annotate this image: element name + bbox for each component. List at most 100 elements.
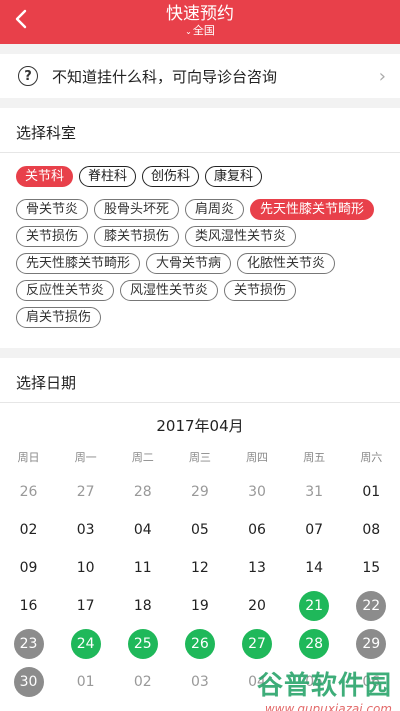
calendar-day[interactable]: 27 <box>242 629 273 659</box>
calendar-day[interactable]: 13 <box>242 553 272 583</box>
disease-tags: 骨关节炎 股骨头坏死 肩周炎 先天性膝关节畸形 关节损伤 膝关节损伤 类风湿性关节炎 先天性膝… <box>0 187 380 328</box>
calendar-cell: 18 <box>114 587 171 625</box>
calendar-day[interactable]: 10 <box>71 553 101 583</box>
calendar-day[interactable]: 22 <box>356 591 387 621</box>
disease-tag[interactable]: 股骨头坏死 <box>94 199 180 220</box>
weekday-label: 周二 <box>131 451 154 464</box>
question-icon: ? <box>18 66 38 86</box>
calendar-cell: 19 <box>171 587 228 625</box>
disease-tag[interactable]: 先天性膝关节畸形 <box>16 253 141 274</box>
calendar-day[interactable]: 29 <box>185 477 215 507</box>
department-category[interactable]: 创伤科 <box>142 166 200 187</box>
weekday-label: 周四 <box>246 451 269 464</box>
weekday-label: 周一 <box>74 451 97 464</box>
calendar-day[interactable]: 31 <box>299 477 329 507</box>
calendar-day[interactable]: 03 <box>185 667 215 697</box>
calendar-day[interactable]: 26 <box>184 629 215 659</box>
calendar-cell: 11 <box>114 549 171 587</box>
calendar-day[interactable]: 06 <box>242 515 272 545</box>
calendar-cell: 17 <box>57 587 114 625</box>
calendar-day[interactable]: 09 <box>14 553 44 583</box>
chevron-down-icon: ⌄ <box>185 27 192 36</box>
calendar-day[interactable]: 02 <box>128 667 158 697</box>
page-title: 快速预约 <box>166 4 234 24</box>
calendar-day[interactable]: 20 <box>242 591 272 621</box>
calendar-day[interactable]: 21 <box>299 591 330 621</box>
calendar-day[interactable]: 11 <box>128 553 158 583</box>
calendar-day[interactable]: 05 <box>185 515 215 545</box>
calendar-day[interactable]: 07 <box>299 515 329 545</box>
calendar-day[interactable]: 25 <box>127 629 158 659</box>
calendar-day[interactable]: 02 <box>14 515 44 545</box>
department-category[interactable]: 关节科 <box>16 166 74 187</box>
calendar-day[interactable]: 18 <box>128 591 158 621</box>
calendar-day[interactable]: 17 <box>71 591 101 621</box>
calendar-day[interactable]: 15 <box>356 553 386 583</box>
calendar-cell: 01 <box>57 663 114 701</box>
disease-tag[interactable]: 骨关节炎 <box>16 199 89 220</box>
calendar-cell: 03 <box>57 511 114 549</box>
calendar-cell: 24 <box>57 625 114 663</box>
calendar-cell: 27 <box>229 625 286 663</box>
calendar-cell: 29 <box>171 473 228 511</box>
department-category[interactable]: 康复科 <box>205 166 263 187</box>
calendar-cell: 05 <box>171 511 228 549</box>
calendar-day[interactable]: 29 <box>356 629 387 659</box>
calendar-day[interactable]: 30 <box>13 667 44 697</box>
calendar-cell: 25 <box>114 625 171 663</box>
disease-tag[interactable]: 先天性膝关节畸形 <box>250 199 375 220</box>
calendar-day[interactable]: 24 <box>70 629 101 659</box>
department-section-title: 选择科室 <box>16 124 77 142</box>
disease-tag[interactable]: 肩关节损伤 <box>16 307 102 328</box>
disease-tag[interactable]: 关节损伤 <box>16 226 89 247</box>
disease-tag[interactable]: 风湿性关节炎 <box>120 280 219 301</box>
calendar-cell: 12 <box>171 549 228 587</box>
calendar-day[interactable]: 16 <box>14 591 44 621</box>
date-section-title: 选择日期 <box>16 374 77 392</box>
calendar-day[interactable]: 01 <box>356 477 386 507</box>
calendar-cell: 29 <box>343 625 400 663</box>
watermark-title: 谷普软件园 <box>256 671 392 701</box>
department-section: 选择科室 关节科 脊柱科 创伤科 康复科 骨关节炎 股骨头坏死 肩周炎 先天性膝关节畸形 关节… <box>0 108 400 348</box>
calendar-day[interactable]: 03 <box>71 515 101 545</box>
disease-tag[interactable]: 反应性关节炎 <box>16 280 115 301</box>
calendar-cell: 03 <box>171 663 228 701</box>
calendar-day[interactable]: 23 <box>13 629 44 659</box>
department-category[interactable]: 脊柱科 <box>79 166 137 187</box>
calendar-cell: 30 <box>0 663 57 701</box>
disease-tag[interactable]: 类风湿性关节炎 <box>185 226 297 247</box>
calendar-cell: 20 <box>229 587 286 625</box>
disease-tag[interactable]: 大骨关节病 <box>146 253 232 274</box>
weekday-label: 周六 <box>360 451 383 464</box>
calendar-day[interactable]: 12 <box>185 553 215 583</box>
calendar-day[interactable]: 27 <box>71 477 101 507</box>
calendar-cell: 02 <box>0 511 57 549</box>
disease-tag[interactable]: 肩周炎 <box>185 199 245 220</box>
calendar-day[interactable]: 19 <box>185 591 215 621</box>
disease-tag[interactable]: 膝关节损伤 <box>94 226 180 247</box>
calendar-day[interactable]: 28 <box>128 477 158 507</box>
calendar-day[interactable]: 08 <box>356 515 386 545</box>
calendar-day[interactable]: 28 <box>299 629 330 659</box>
calendar-cell: 22 <box>343 587 400 625</box>
weekday-label: 周五 <box>303 451 326 464</box>
calendar-cell: 09 <box>0 549 57 587</box>
calendar-cell: 28 <box>286 625 343 663</box>
calendar-cell: 01 <box>343 473 400 511</box>
calendar-cell: 02 <box>114 663 171 701</box>
calendar-day[interactable]: 14 <box>299 553 329 583</box>
region-label: 全国 <box>192 24 215 37</box>
calendar-day[interactable]: 30 <box>242 477 272 507</box>
calendar-day[interactable]: 01 <box>71 667 101 697</box>
calendar-cell: 26 <box>171 625 228 663</box>
department-categories: 关节科 脊柱科 创伤科 康复科 <box>0 153 400 187</box>
calendar-cell: 14 <box>286 549 343 587</box>
disease-tag[interactable]: 关节损伤 <box>224 280 297 301</box>
calendar-cell: 08 <box>343 511 400 549</box>
watermark-logo: 谷普软件园 www.gupuxiazai.com <box>257 665 392 711</box>
calendar-day[interactable]: 04 <box>128 515 158 545</box>
calendar-day[interactable]: 26 <box>14 477 44 507</box>
region-selector[interactable]: ⌄全国 <box>0 24 400 39</box>
guide-consult-row[interactable]: ? 不知道挂什么科，可向导诊台咨询 › <box>0 54 400 98</box>
disease-tag[interactable]: 化脓性关节炎 <box>237 253 336 274</box>
